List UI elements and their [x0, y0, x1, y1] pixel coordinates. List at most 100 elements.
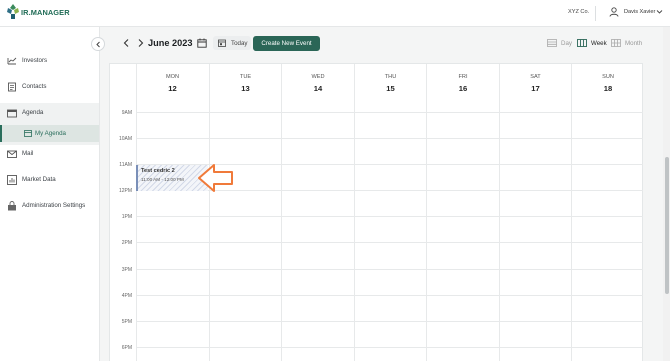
hour-label: 10AM — [118, 136, 132, 142]
hour-row-line — [136, 242, 643, 243]
previous-week-button[interactable] — [122, 38, 131, 48]
hour-label: 2PM — [121, 240, 132, 246]
event-title: Test cedric 2 — [141, 168, 175, 174]
grid-column-line — [136, 102, 137, 361]
day-header-tue[interactable]: TUE 13 — [209, 64, 281, 102]
hour-label: 6PM — [121, 345, 132, 351]
hour-row-line — [136, 216, 643, 217]
hour-label: 4PM — [121, 293, 132, 299]
hour-label: 5PM — [121, 319, 132, 325]
sidebar-item-contacts[interactable]: Contacts — [0, 79, 99, 95]
hour-label: 11AM — [119, 162, 132, 168]
mail-icon — [7, 150, 17, 158]
grid-column-line — [571, 102, 572, 361]
view-week-button[interactable]: Week — [577, 39, 607, 48]
settings-icon — [8, 201, 16, 211]
hour-label: 12PM — [118, 188, 132, 194]
header-divider — [595, 6, 596, 21]
scrollbar-thumb[interactable] — [665, 157, 669, 294]
create-new-event-button[interactable]: Create New Event — [253, 36, 320, 51]
sidebar-item-label: Mail — [22, 150, 34, 157]
day-name: THU — [384, 74, 397, 80]
sidebar-item-label: My Agenda — [35, 130, 66, 137]
month-view-icon — [611, 39, 621, 47]
date-picker-icon[interactable] — [197, 38, 207, 48]
day-header-wed[interactable]: WED 14 — [281, 64, 354, 102]
hour-row-line — [136, 347, 643, 348]
user-name[interactable]: Davis Xavier — [624, 9, 655, 15]
grid-column-line — [354, 102, 355, 361]
hour-row-line — [136, 138, 643, 139]
day-date: 17 — [531, 84, 540, 93]
grid-column-line — [499, 102, 500, 361]
sidebar-item-market-data[interactable]: Market Data — [0, 172, 99, 188]
user-icon[interactable] — [609, 7, 619, 17]
chevron-left-icon — [96, 41, 100, 48]
ir-manager-logo-icon — [7, 4, 19, 19]
day-view-icon — [547, 39, 557, 47]
hour-row-line — [136, 295, 643, 296]
day-date: 13 — [241, 84, 250, 93]
top-bar: IR.MANAGER XYZ Co. Davis Xavier — [0, 0, 670, 27]
day-header-mon[interactable]: MON 12 — [136, 64, 208, 102]
day-name: MON — [165, 74, 180, 80]
day-name: TUE — [239, 74, 252, 80]
grid-column-line — [209, 102, 210, 361]
sidebar-item-agenda[interactable]: Agenda — [0, 105, 99, 121]
day-header-fri[interactable]: FRI 16 — [426, 64, 499, 102]
day-date: 12 — [168, 84, 177, 93]
calendar-today-icon — [218, 39, 226, 47]
collapse-sidebar-button[interactable] — [91, 37, 105, 51]
hour-label: 1PM — [121, 214, 132, 220]
view-month-button[interactable]: Month — [611, 39, 645, 48]
event-time: 11:00 AM - 12:00 PM — [141, 177, 184, 182]
view-day-label: Day — [561, 40, 573, 47]
annotation-arrow-icon — [198, 164, 233, 192]
sidebar-item-my-agenda[interactable]: My Agenda — [0, 125, 99, 142]
grid-column-line — [281, 102, 282, 361]
sidebar — [0, 27, 100, 361]
agenda-icon — [7, 109, 17, 118]
grid-column-line — [426, 102, 427, 361]
company-selector[interactable]: XYZ Co. — [568, 9, 589, 15]
sidebar-item-mail[interactable]: Mail — [0, 146, 99, 162]
day-name: WED — [311, 74, 325, 80]
day-header-thu[interactable]: THU 15 — [354, 64, 426, 102]
chevron-down-icon[interactable] — [656, 8, 663, 15]
day-name: FRI — [458, 74, 468, 80]
day-date: 15 — [386, 84, 395, 93]
view-week-label: Week — [591, 40, 607, 47]
sidebar-item-label: Administration Settings — [22, 202, 86, 209]
day-name: SUN — [602, 74, 614, 80]
hour-label: 9AM — [121, 110, 132, 116]
hour-row-line — [136, 112, 643, 113]
investors-icon — [7, 57, 17, 65]
contacts-icon — [8, 82, 16, 92]
hour-row-line — [136, 269, 643, 270]
market-data-icon — [7, 175, 17, 185]
week-calendar: MON 12 TUE 13 WED 14 THU 15 FRI 16 SAT 1… — [109, 63, 643, 361]
sidebar-item-administration-settings[interactable]: Administration Settings — [0, 198, 99, 214]
sidebar-item-label: Agenda — [22, 109, 44, 116]
day-header-sun[interactable]: SUN 18 — [571, 64, 644, 102]
view-month-label: Month — [625, 40, 643, 47]
day-date: 18 — [603, 84, 613, 93]
view-day-button[interactable]: Day — [547, 39, 573, 48]
today-label: Today — [231, 40, 248, 47]
sidebar-item-investors[interactable]: Investors — [0, 53, 99, 69]
sidebar-item-label: Investors — [22, 57, 48, 64]
today-button[interactable]: Today — [213, 36, 251, 50]
brand-name: IR.MANAGER — [21, 8, 70, 17]
sidebar-item-label: Market Data — [22, 176, 56, 183]
sidebar-item-label: Contacts — [22, 83, 47, 90]
hour-row-line — [136, 321, 643, 322]
hour-label: 3PM — [121, 267, 132, 273]
day-date: 16 — [458, 84, 468, 93]
day-date: 14 — [313, 84, 323, 93]
day-header-sat[interactable]: SAT 17 — [499, 64, 571, 102]
next-week-button[interactable] — [136, 38, 145, 48]
day-name: SAT — [530, 74, 541, 80]
week-view-icon — [577, 39, 587, 47]
calendar-icon — [24, 130, 32, 137]
month-title: June 2023 — [148, 38, 193, 48]
